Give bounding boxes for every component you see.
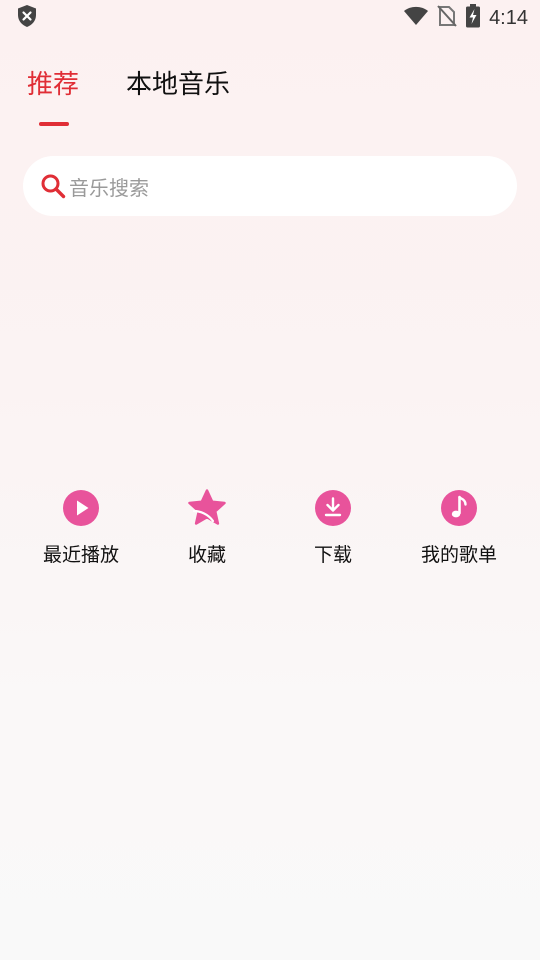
download-label: 下载 — [313, 544, 352, 566]
tab-recommend[interactable]: 推荐 — [27, 64, 79, 101]
status-time: 4:14 — [489, 6, 528, 29]
search-placeholder: 音乐搜索 — [69, 175, 149, 200]
favorites-button[interactable]: 收藏 — [147, 488, 267, 567]
download-button[interactable]: 下载 — [273, 488, 393, 567]
shield-x-icon — [16, 4, 38, 32]
tab-bar: 推荐 本地音乐 — [0, 56, 540, 130]
search-input[interactable]: 音乐搜索 — [23, 156, 517, 216]
wifi-icon — [403, 6, 429, 30]
recent-play-label: 最近播放 — [42, 544, 119, 566]
play-circle-icon — [61, 488, 101, 528]
tab-local-music[interactable]: 本地音乐 — [126, 64, 230, 101]
favorites-label: 收藏 — [187, 544, 226, 566]
status-left — [16, 4, 38, 32]
my-playlist-button[interactable]: 我的歌单 — [399, 488, 519, 567]
music-note-icon — [439, 488, 479, 528]
battery-charging-icon — [465, 4, 481, 32]
status-bar: 4:14 — [0, 0, 540, 36]
tab-indicator — [39, 122, 69, 126]
shortcut-row: 最近播放 收藏 下载 我的歌单 — [0, 488, 540, 578]
download-icon — [313, 488, 353, 528]
my-playlist-label: 我的歌单 — [420, 544, 497, 566]
status-right: 4:14 — [403, 4, 528, 32]
star-icon — [187, 488, 227, 528]
no-sim-icon — [437, 5, 457, 31]
search-icon — [39, 172, 67, 200]
recent-play-button[interactable]: 最近播放 — [21, 488, 141, 567]
